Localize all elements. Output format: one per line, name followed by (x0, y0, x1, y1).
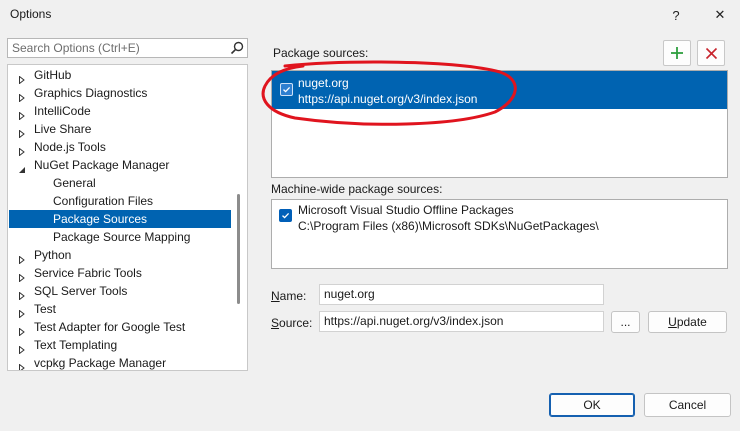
tree-item-configuration-files[interactable]: Configuration Files (9, 192, 231, 210)
ok-button[interactable]: OK (549, 393, 635, 417)
red-annotation-circle-icon (261, 60, 517, 126)
tree-item-label: Package Sources (53, 212, 148, 226)
tree-item-label: GitHub (34, 68, 72, 82)
plus-icon (671, 47, 683, 59)
name-field[interactable]: nuget.org (319, 284, 604, 305)
tree-item-label: Test Adapter for Google Test (34, 320, 186, 334)
tree-item-node-js-tools[interactable]: Node.js Tools (9, 138, 231, 157)
tree-item-service-fabric-tools[interactable]: Service Fabric Tools (9, 264, 231, 283)
tree-item-label: NuGet Package Manager (34, 158, 170, 172)
source-field[interactable]: https://api.nuget.org/v3/index.json (319, 311, 604, 332)
tree-item-label: Node.js Tools (34, 140, 106, 154)
remove-source-button[interactable] (697, 40, 725, 66)
window-title: Options (10, 7, 52, 21)
help-icon: ? (672, 7, 680, 23)
search-box[interactable] (7, 38, 248, 58)
cancel-button[interactable]: Cancel (644, 393, 731, 417)
tree-item-python[interactable]: Python (9, 246, 231, 265)
tree-item-sql-server-tools[interactable]: SQL Server Tools (9, 282, 231, 301)
tree-item-label: Python (34, 248, 72, 262)
browse-button[interactable]: ... (611, 311, 640, 333)
tree-item-label: Package Source Mapping (53, 230, 191, 244)
tree-item-live-share[interactable]: Live Share (9, 120, 231, 139)
help-button[interactable]: ? (656, 0, 696, 30)
tree-item-label: Service Fabric Tools (34, 266, 142, 280)
tree-item-intellicode[interactable]: IntelliCode (9, 102, 231, 121)
update-button[interactable]: Update (648, 311, 727, 333)
tree-item-package-sources[interactable]: Package Sources (9, 210, 231, 228)
triangle-right-icon[interactable] (18, 359, 26, 370)
machine-sources-label: Machine-wide package sources: (271, 182, 443, 196)
tree-item-label: General (53, 176, 96, 190)
tree-item-text-templating[interactable]: Text Templating (9, 336, 231, 355)
machine-sources-list[interactable]: Microsoft Visual Studio Offline Packages… (271, 199, 728, 269)
tree-item-label: vcpkg Package Manager (34, 356, 167, 370)
tree-item-label: IntelliCode (34, 104, 91, 118)
search-icon[interactable] (230, 41, 244, 58)
tree-item-label: Configuration Files (53, 194, 154, 208)
tree-item-nuget-package-manager[interactable]: NuGet Package Manager (9, 156, 231, 174)
tree-item-general[interactable]: General (9, 174, 231, 192)
tree-item-test[interactable]: Test (9, 300, 231, 319)
tree-item-label: Text Templating (34, 338, 118, 352)
tree-item-label: Live Share (34, 122, 92, 136)
tree-scrollbar[interactable] (237, 194, 240, 304)
source-label: Source: (271, 316, 313, 330)
tree-item-label: SQL Server Tools (34, 284, 128, 298)
tree-item-package-source-mapping[interactable]: Package Source Mapping (9, 228, 231, 246)
machine-source-path: C:\Program Files (x86)\Microsoft SDKs\Nu… (298, 219, 599, 233)
tree-item-label: Graphics Diagnostics (34, 86, 148, 100)
tree-item-test-adapter-for-google-test[interactable]: Test Adapter for Google Test (9, 318, 231, 337)
close-button[interactable]: ✕ (700, 0, 740, 30)
options-tree[interactable]: GitHub Graphics Diagnostics IntelliCode Liv… (7, 64, 248, 371)
machine-source-name: Microsoft Visual Studio Offline Packages (298, 203, 514, 217)
tree-item-vcpkg-package-manager[interactable]: vcpkg Package Manager (9, 354, 231, 370)
search-input[interactable] (12, 40, 227, 56)
machine-source-checkbox[interactable] (279, 209, 292, 222)
close-icon: ✕ (714, 7, 726, 22)
tree-item-graphics-diagnostics[interactable]: Graphics Diagnostics (9, 84, 231, 103)
remove-x-icon (705, 47, 717, 59)
tree-item-label: Test (34, 302, 57, 316)
tree-item-github[interactable]: GitHub (9, 66, 231, 85)
add-source-button[interactable] (663, 40, 691, 66)
name-label: Name: (271, 289, 307, 303)
